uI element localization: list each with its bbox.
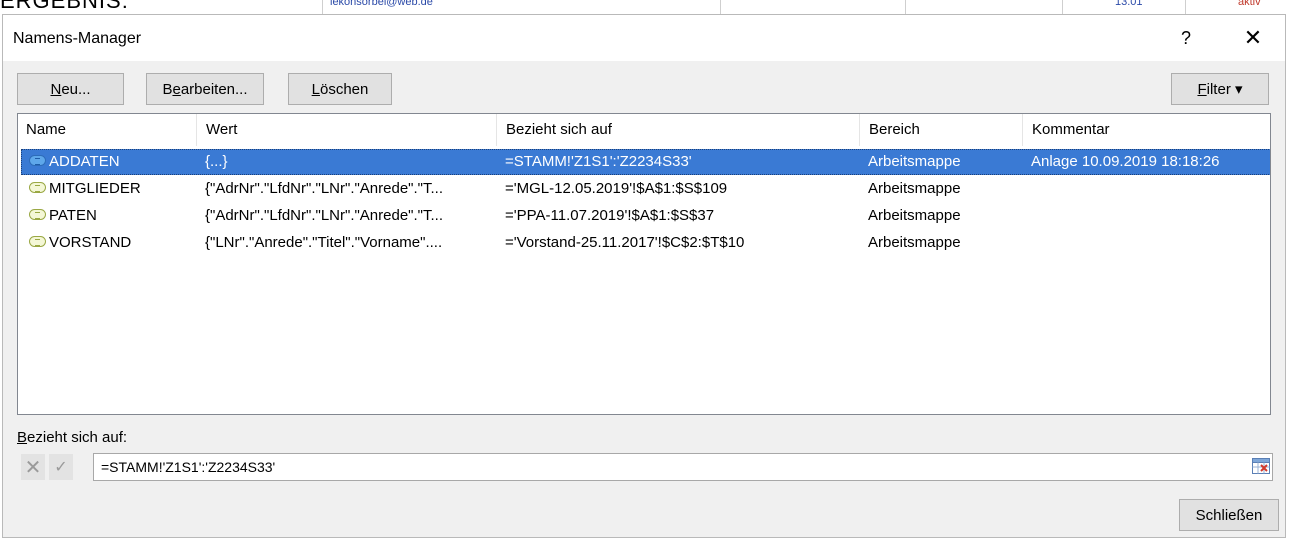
row-comment: Anlage 10.09.2019 18:18:26 <box>1031 153 1220 170</box>
table-row[interactable]: ADDATEN {...} =STAMM!'Z1S1':'Z2234S33' A… <box>21 149 1270 175</box>
grid-line <box>905 0 906 14</box>
named-range-icon <box>29 235 46 247</box>
names-list[interactable]: Name Wert Bezieht sich auf Bereich Komme… <box>17 113 1271 415</box>
new-button-label: Neu... <box>50 80 91 98</box>
grid-line <box>720 0 721 14</box>
column-divider[interactable] <box>496 114 497 146</box>
new-button[interactable]: Neu... <box>17 73 124 105</box>
row-comment <box>1031 176 1269 202</box>
row-name-cell: PATEN <box>29 203 199 229</box>
grid-line <box>1062 0 1063 14</box>
row-name: ADDATEN <box>49 153 120 170</box>
column-divider[interactable] <box>196 114 197 146</box>
column-header-comment[interactable]: Kommentar <box>1024 114 1270 146</box>
grid-line <box>322 0 323 14</box>
row-name: VORSTAND <box>49 234 132 251</box>
help-button[interactable]: ? <box>1171 23 1201 53</box>
row-value: {"LNr"."Anrede"."Titel"."Vorname".... <box>205 234 443 251</box>
background-sheet: ERGEBNIS: lekonsorbel@web.de 13.01 aktiv <box>0 0 1290 14</box>
background-cell: 13.01 <box>1115 0 1143 8</box>
title-bar: Namens-Manager ? ✕ <box>3 15 1285 61</box>
row-scope: Arbeitsmappe <box>868 153 961 170</box>
row-name-cell: ADDATEN <box>29 149 199 175</box>
row-scope: Arbeitsmappe <box>868 180 961 197</box>
column-header-name[interactable]: Name <box>18 114 194 146</box>
named-range-icon <box>29 208 46 220</box>
row-scope: Arbeitsmappe <box>868 207 961 224</box>
confirm-edit-icon[interactable]: ✓ <box>49 454 73 480</box>
row-scope: Arbeitsmappe <box>868 234 961 251</box>
row-comment <box>1031 203 1269 229</box>
named-range-icon <box>29 181 46 193</box>
row-value: {...} <box>205 153 228 170</box>
column-divider[interactable] <box>1022 114 1023 146</box>
name-manager-dialog: Namens-Manager ? ✕ Neu... Bearbeiten... … <box>2 14 1286 538</box>
row-name: MITGLIEDER <box>49 180 141 197</box>
refers-to-input[interactable]: =STAMM!'Z1S1':'Z2234S33' <box>93 453 1273 481</box>
dialog-title: Namens-Manager <box>13 30 142 47</box>
row-refers-to: =STAMM!'Z1S1':'Z2234S33' <box>505 153 692 170</box>
column-header-value[interactable]: Wert <box>198 114 494 146</box>
background-cell: lekonsorbel@web.de <box>330 0 433 8</box>
named-range-icon <box>29 154 46 166</box>
background-cell: aktiv <box>1238 0 1261 8</box>
row-name-cell: VORSTAND <box>29 230 199 256</box>
delete-button[interactable]: Löschen <box>288 73 392 105</box>
row-value: {"AdrNr"."LfdNr"."LNr"."Anrede"."T... <box>205 207 443 224</box>
delete-button-label: Löschen <box>311 80 369 98</box>
column-header-scope[interactable]: Bereich <box>861 114 1021 146</box>
table-row[interactable]: VORSTAND {"LNr"."Anrede"."Titel"."Vornam… <box>21 230 1270 256</box>
grid-line <box>1185 0 1186 14</box>
row-value: {"AdrNr"."LfdNr"."LNr"."Anrede"."T... <box>205 180 443 197</box>
refers-to-label: Bezieht sich auf: <box>17 429 128 446</box>
edit-button-label: Bearbeiten... <box>162 80 248 98</box>
list-header: Name Wert Bezieht sich auf Bereich Komme… <box>18 114 1270 146</box>
filter-button-label: Filter ▾ <box>1197 81 1243 98</box>
filter-button[interactable]: Filter ▾ <box>1171 73 1269 105</box>
background-heading: ERGEBNIS: <box>0 0 129 13</box>
row-refers-to: ='PPA-11.07.2019'!$A$1:$S$37 <box>505 207 715 224</box>
table-row[interactable]: PATEN {"AdrNr"."LfdNr"."LNr"."Anrede"."T… <box>21 203 1270 229</box>
row-comment <box>1031 230 1269 256</box>
column-header-refers-to[interactable]: Bezieht sich auf <box>498 114 858 146</box>
row-refers-to: ='Vorstand-25.11.2017'!$C$2:$T$10 <box>505 234 745 251</box>
row-refers-to: ='MGL-12.05.2019'!$A$1:$S$109 <box>505 180 728 197</box>
cancel-edit-icon[interactable]: ✕ <box>21 454 45 480</box>
column-divider[interactable] <box>859 114 860 146</box>
close-button[interactable]: Schließen <box>1179 499 1279 531</box>
row-name: PATEN <box>49 207 97 224</box>
row-name-cell: MITGLIEDER <box>29 176 199 202</box>
edit-button[interactable]: Bearbeiten... <box>146 73 264 105</box>
table-row[interactable]: MITGLIEDER {"AdrNr"."LfdNr"."LNr"."Anred… <box>21 176 1270 202</box>
close-icon[interactable]: ✕ <box>1235 23 1271 53</box>
collapse-dialog-icon[interactable] <box>1251 456 1271 476</box>
